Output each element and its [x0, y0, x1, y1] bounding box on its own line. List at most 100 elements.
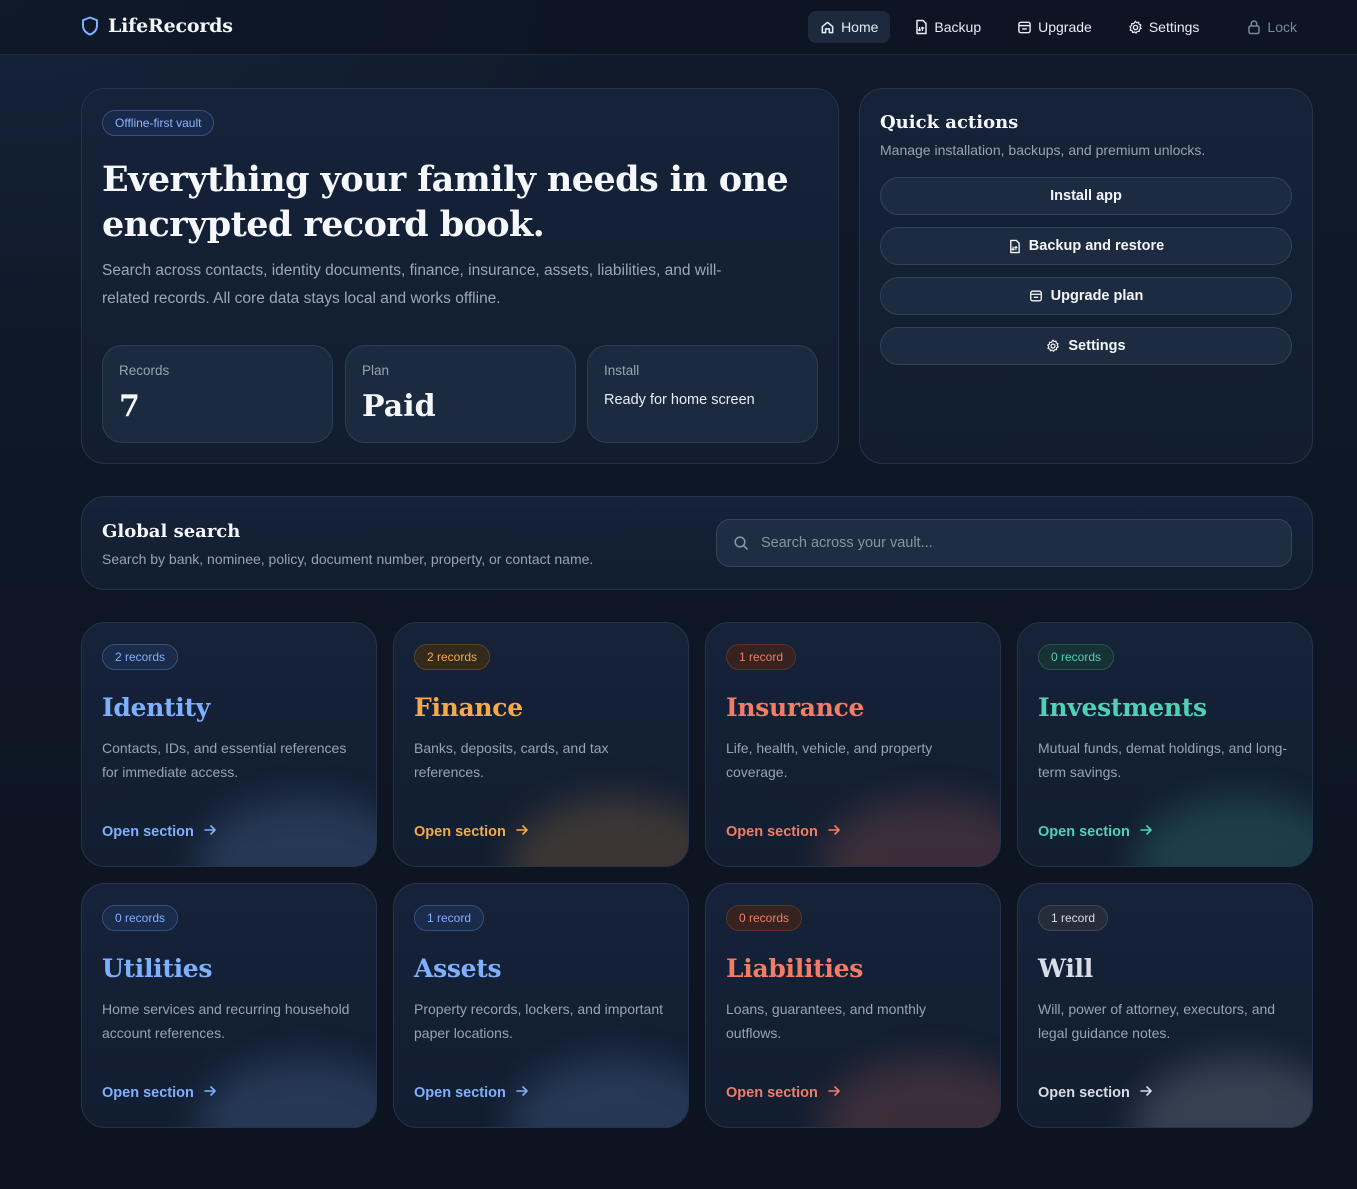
nav-links: Home Backup Upgrade Settings Lock [808, 11, 1309, 43]
stat-install: Install Ready for home screen [587, 345, 818, 443]
open-section-link[interactable]: Open section [414, 1085, 529, 1101]
record-count-badge: 1 record [414, 905, 485, 931]
backup-icon [1009, 239, 1020, 253]
nav-lock-label: Lock [1267, 19, 1297, 35]
record-count-badge: 0 records [726, 905, 803, 931]
record-count-badge: 2 records [102, 644, 179, 670]
quick-actions-panel: Quick actions Manage installation, backu… [859, 88, 1313, 464]
arrow-right-icon [1140, 1085, 1153, 1101]
open-section-label: Open section [414, 1085, 506, 1101]
arrow-right-icon [204, 824, 217, 840]
category-description: Banks, deposits, cards, and tax referenc… [414, 740, 609, 780]
open-section-label: Open section [102, 1085, 194, 1101]
nav-home-label: Home [841, 19, 879, 35]
category-description: Mutual funds, demat holdings, and long-t… [1038, 740, 1288, 780]
category-card-investments[interactable]: 0 records Investments Mutual funds, demat … [1017, 622, 1313, 867]
stat-plan-label: Plan [362, 363, 390, 378]
record-count-badge: 1 record [1038, 905, 1109, 931]
gear-icon [1047, 339, 1060, 352]
open-section-link[interactable]: Open section [726, 1085, 841, 1101]
card-glow [820, 796, 1000, 866]
open-section-label: Open section [102, 824, 194, 840]
stat-install-value: Ready for home screen [604, 392, 755, 408]
global-search-panel: Global search Search by bank, nominee, p… [81, 496, 1313, 590]
open-section-link[interactable]: Open section [1038, 824, 1153, 840]
open-section-link[interactable]: Open section [414, 824, 529, 840]
top-nav: LifeRecords Home Backup Upgrade Settings… [0, 0, 1357, 55]
open-section-link[interactable]: Open section [1038, 1085, 1153, 1101]
offline-badge: Offline-first vault [102, 110, 215, 136]
app-name: LifeRecords [108, 15, 233, 37]
open-section-label: Open section [414, 824, 506, 840]
stat-records-label: Records [119, 363, 170, 378]
open-section-link[interactable]: Open section [102, 824, 217, 840]
category-title: Identity [102, 693, 210, 722]
search-icon [734, 536, 748, 550]
brand[interactable]: LifeRecords [81, 15, 233, 37]
quick-actions-subtitle: Manage installation, backups, and premiu… [880, 142, 1206, 158]
open-section-label: Open section [726, 824, 818, 840]
gear-icon [1129, 20, 1142, 34]
nav-home[interactable]: Home [808, 11, 891, 43]
settings-button[interactable]: Settings [880, 327, 1292, 365]
shield-icon [82, 16, 98, 36]
category-card-insurance[interactable]: 1 record Insurance Life, health, vehicle, … [705, 622, 1001, 867]
category-card-assets[interactable]: 1 record Assets Property records, lockers,… [393, 883, 689, 1128]
stat-plan: Plan Paid [345, 345, 576, 443]
backup-icon [916, 19, 928, 35]
nav-settings[interactable]: Settings [1116, 11, 1212, 43]
category-card-will[interactable]: 1 record Will Will, power of attorney, exe… [1017, 883, 1313, 1128]
category-description: Life, health, vehicle, and property cove… [726, 740, 933, 780]
record-count-badge: 2 records [414, 644, 491, 670]
global-search-subtitle: Search by bank, nominee, policy, documen… [102, 551, 594, 567]
stat-plan-value: Paid [362, 389, 436, 424]
open-section-link[interactable]: Open section [726, 824, 841, 840]
upgrade-icon [1018, 21, 1031, 33]
upgrade-icon [1029, 290, 1042, 302]
record-count-badge: 0 records [102, 905, 179, 931]
card-glow [1132, 1057, 1312, 1127]
stat-records: Records 7 [102, 345, 333, 443]
category-card-liabilities[interactable]: 0 records Liabilities Loans, guarantees, a… [705, 883, 1001, 1128]
open-section-label: Open section [726, 1085, 818, 1101]
category-description: Will, power of attorney, executors, and … [1038, 1001, 1276, 1041]
nav-backup[interactable]: Backup [902, 11, 993, 43]
category-card-identity[interactable]: 2 records Identity Contacts, IDs, and esse… [81, 622, 377, 867]
category-description: Property records, lockers, and important… [414, 1001, 663, 1041]
search-input[interactable] [761, 535, 1241, 551]
quick-actions-title: Quick actions [880, 112, 1019, 133]
category-title: Insurance [726, 693, 865, 722]
upgrade-plan-label: Upgrade plan [1050, 288, 1144, 304]
card-glow [508, 1057, 688, 1127]
category-description: Loans, guarantees, and monthly outflows. [726, 1001, 927, 1041]
record-count-badge: 1 record [726, 644, 797, 670]
arrow-right-icon [516, 1085, 529, 1101]
open-section-link[interactable]: Open section [102, 1085, 217, 1101]
lock-icon [1248, 20, 1261, 35]
nav-upgrade-label: Upgrade [1038, 19, 1092, 35]
arrow-right-icon [828, 1085, 841, 1101]
upgrade-plan-button[interactable]: Upgrade plan [880, 277, 1292, 315]
category-description: Home services and recurring household ac… [102, 1001, 350, 1041]
nav-upgrade[interactable]: Upgrade [1005, 11, 1104, 43]
category-title: Investments [1038, 693, 1207, 722]
nav-lock[interactable]: Lock [1235, 11, 1309, 43]
card-glow [820, 1057, 1000, 1127]
hero-panel: Offline-first vault Everything your fami… [81, 88, 839, 464]
hero-title: Everything your family needs in one encr… [102, 159, 789, 245]
nav-backup-label: Backup [934, 19, 982, 35]
global-search-title: Global search [102, 521, 241, 542]
stat-records-value: 7 [119, 389, 140, 424]
backup-restore-button[interactable]: Backup and restore [880, 227, 1292, 265]
arrow-right-icon [1140, 824, 1153, 840]
open-section-label: Open section [1038, 1085, 1130, 1101]
open-section-label: Open section [1038, 824, 1130, 840]
search-box[interactable] [716, 519, 1292, 567]
install-app-button[interactable]: Install app [880, 177, 1292, 215]
install-app-label: Install app [1050, 188, 1122, 204]
category-title: Utilities [102, 954, 213, 983]
category-title: Finance [414, 693, 523, 722]
category-card-finance[interactable]: 2 records Finance Banks, deposits, cards, … [393, 622, 689, 867]
category-card-utilities[interactable]: 0 records Utilities Home services and recu… [81, 883, 377, 1128]
hero-description: Search across contacts, identity documen… [102, 262, 722, 307]
